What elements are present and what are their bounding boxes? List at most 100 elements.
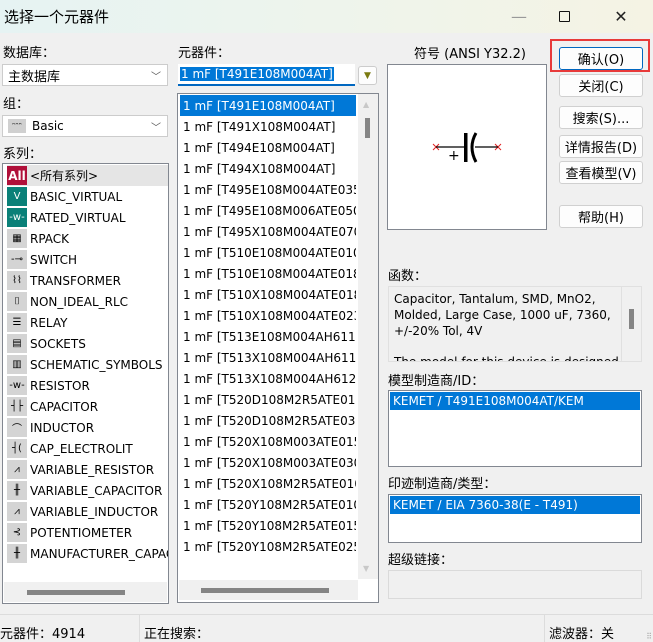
component-list-item[interactable]: 1 mF [T495E108M006ATE050	[180, 200, 356, 221]
function-text-continued: The model for this device is designed	[394, 355, 619, 362]
components-vscrollbar[interactable]: ▲ ▼	[358, 94, 378, 579]
series-icon: ⌇⌇	[7, 271, 27, 290]
component-list-item[interactable]: 1 mF [T520D108M2R5ATE030	[180, 410, 356, 431]
scrollbar-thumb[interactable]	[629, 309, 634, 329]
footprint-item[interactable]: KEMET / EIA 7360-38(E - T491)	[390, 496, 640, 514]
model-manufacturer-item[interactable]: KEMET / T491E108M004AT/KEM	[390, 392, 640, 410]
component-search-value: 1 mF [T491E108M004AT]	[180, 67, 334, 81]
model-manufacturer-label: 模型制造商/ID：	[388, 374, 485, 389]
component-list-item[interactable]: 1 mF [T520X108M003ATE015	[180, 431, 356, 452]
component-list-item[interactable]: 1 mF [T494E108M004AT]	[180, 137, 356, 158]
model-manufacturer-list[interactable]: KEMET / T491E108M004AT/KEM	[388, 390, 642, 467]
component-list-item[interactable]: 1 mF [T495X108M004ATE070	[180, 221, 356, 242]
series-item[interactable]: ☰ RELAY	[7, 312, 68, 333]
series-icon: ▤	[7, 334, 27, 353]
component-list-item[interactable]: 1 mF [T520Y108M2R5ATE025	[180, 536, 356, 557]
series-item-label: BASIC_VIRTUAL	[30, 189, 123, 204]
component-list-item[interactable]: 1 mF [T510X108M004ATE023	[180, 305, 356, 326]
series-item[interactable]: ⩘ VARIABLE_INDUCTOR	[7, 501, 158, 522]
series-item-label: VARIABLE_RESISTOR	[30, 462, 155, 477]
component-list-item[interactable]: 1 mF [T520Y108M2R5ATE015	[180, 515, 356, 536]
detail-report-button[interactable]: 详情报告(D)	[559, 135, 643, 158]
series-item[interactable]: ⩘ VARIABLE_RESISTOR	[7, 459, 154, 480]
resize-grip-icon[interactable]: ⠿	[646, 632, 652, 641]
component-list-item[interactable]: 1 mF [T520X108M2R5ATE010	[180, 473, 356, 494]
component-list-item[interactable]: 1 mF [T491E108M004AT]	[180, 95, 356, 116]
series-list[interactable]: ╫ MANUFACTURER_CAPAC ⊰ POTENTIOMETER ⩘ VARIAB…	[2, 163, 169, 604]
series-item[interactable]: ╫ VARIABLE_CAPACITOR	[7, 480, 162, 501]
series-icon: -⊸	[7, 250, 27, 269]
database-dropdown[interactable]: 主数据库 ﹀	[2, 64, 168, 86]
close-button[interactable]: 关闭(C)	[559, 74, 643, 97]
status-divider	[139, 615, 140, 642]
status-bar: 元器件：4914 正在搜索： 滤波器：关 ⠿	[0, 614, 653, 642]
filter-status: 滤波器：关	[549, 627, 615, 642]
component-list-item[interactable]: 1 mF [T513E108M004AH6110	[180, 326, 356, 347]
component-count: 元器件：4914	[0, 627, 86, 642]
scrollbar-thumb[interactable]	[201, 588, 329, 593]
component-list-item[interactable]: 1 mF [T491X108M004AT]	[180, 116, 356, 137]
status-divider	[544, 615, 545, 642]
function-description[interactable]: Capacitor, Tantalum, SMD, MnO2, Molded, …	[388, 286, 642, 362]
scrollbar-thumb[interactable]	[365, 118, 370, 138]
series-icon: ⩘	[7, 460, 27, 479]
title-bar: 选择一个元器件 — ✕	[0, 0, 653, 33]
component-search-input[interactable]: 1 mF [T491E108M004AT]	[178, 64, 355, 86]
minimize-icon: —	[511, 7, 527, 26]
series-item[interactable]: ┤├ CAPACITOR	[7, 396, 98, 417]
series-item[interactable]: V BASIC_VIRTUAL	[7, 186, 122, 207]
series-icon: ⩘	[7, 502, 27, 521]
series-item[interactable]: ▦ RPACK	[7, 228, 69, 249]
series-item[interactable]: ⌷ NON_IDEAL_RLC	[7, 291, 128, 312]
series-hscrollbar[interactable]	[4, 582, 167, 602]
window-title: 选择一个元器件	[4, 8, 110, 26]
series-item[interactable]: -⊸ SWITCH	[7, 249, 77, 270]
component-list-item[interactable]: 1 mF [T520X108M003ATE030	[180, 452, 356, 473]
component-list-item[interactable]: 1 mF [T510E108M004ATE018	[180, 263, 356, 284]
component-list-item[interactable]: 1 mF [T520D108M2R5ATE015	[180, 389, 356, 410]
series-item-label: SCHEMATIC_SYMBOLS	[30, 357, 163, 372]
series-item[interactable]: ▤ SOCKETS	[7, 333, 86, 354]
component-list-item[interactable]: 1 mF [T494X108M004AT]	[180, 158, 356, 179]
series-item[interactable]: ⊰ POTENTIOMETER	[7, 522, 132, 543]
group-dropdown[interactable]: ᵔᵔᵔ Basic ﹀	[2, 115, 168, 137]
component-list-item[interactable]: 1 mF [T513X108M004AH6120	[180, 368, 356, 389]
symbol-label: 符号 (ANSI Y32.2)	[414, 47, 526, 62]
help-button[interactable]: 帮助(H)	[559, 205, 643, 228]
series-item-label: CAP_ELECTROLIT	[30, 441, 133, 456]
series-item[interactable]: ╫ MANUFACTURER_CAPAC	[7, 543, 168, 564]
series-icon: V	[7, 187, 27, 206]
filter-button[interactable]: ▼	[358, 66, 377, 85]
series-item[interactable]: ▥ SCHEMATIC_SYMBOLS	[7, 354, 163, 375]
components-list[interactable]: 1 mF [T520Y108M2R5ATE025 1 mF [T520Y108M2…	[177, 93, 379, 603]
scroll-down-icon[interactable]: ▼	[363, 564, 369, 573]
minimize-button[interactable]: —	[496, 0, 542, 33]
component-list-item[interactable]: 1 mF [T495E108M004ATE035	[180, 179, 356, 200]
ok-button[interactable]: 确认(O)	[559, 47, 643, 70]
footprint-list[interactable]: KEMET / EIA 7360-38(E - T491)	[388, 494, 642, 543]
scroll-up-icon[interactable]: ▲	[363, 100, 369, 109]
component-list-item[interactable]: 1 mF [T510E108M004ATE010	[180, 242, 356, 263]
series-item[interactable]: -w- RATED_VIRTUAL	[7, 207, 126, 228]
description-scrollbar[interactable]	[621, 287, 641, 361]
series-item[interactable]: ┤(CAP_ELECTROLIT	[7, 438, 133, 459]
close-window-button[interactable]: ✕	[598, 0, 644, 33]
component-list-item[interactable]: 1 mF [T510X108M004ATE018	[180, 284, 356, 305]
series-item-label: RPACK	[30, 231, 70, 246]
component-list-item[interactable]: 1 mF [T520Y108M2R5ATE010	[180, 494, 356, 515]
components-hscrollbar[interactable]	[179, 580, 358, 600]
scrollbar-thumb[interactable]	[27, 590, 125, 595]
maximize-button[interactable]	[541, 0, 587, 33]
series-item[interactable]: All <所有系列>	[7, 165, 168, 186]
series-item[interactable]: -w- RESISTOR	[7, 375, 90, 396]
series-item[interactable]: ⌒ INDUCTOR	[7, 417, 94, 438]
view-model-button[interactable]: 查看模型(V)	[559, 161, 643, 184]
series-item[interactable]: ⌇⌇ TRANSFORMER	[7, 270, 121, 291]
component-list-item[interactable]: 1 mF [T513X108M004AH6110	[180, 347, 356, 368]
svg-text:+: +	[448, 148, 460, 164]
capacitor-symbol-icon: +	[432, 132, 502, 164]
series-item-label: RESISTOR	[30, 378, 90, 393]
series-icon: All	[7, 166, 27, 185]
hyperlink-field[interactable]	[388, 570, 642, 599]
search-button[interactable]: 搜索(S)...	[559, 106, 643, 129]
